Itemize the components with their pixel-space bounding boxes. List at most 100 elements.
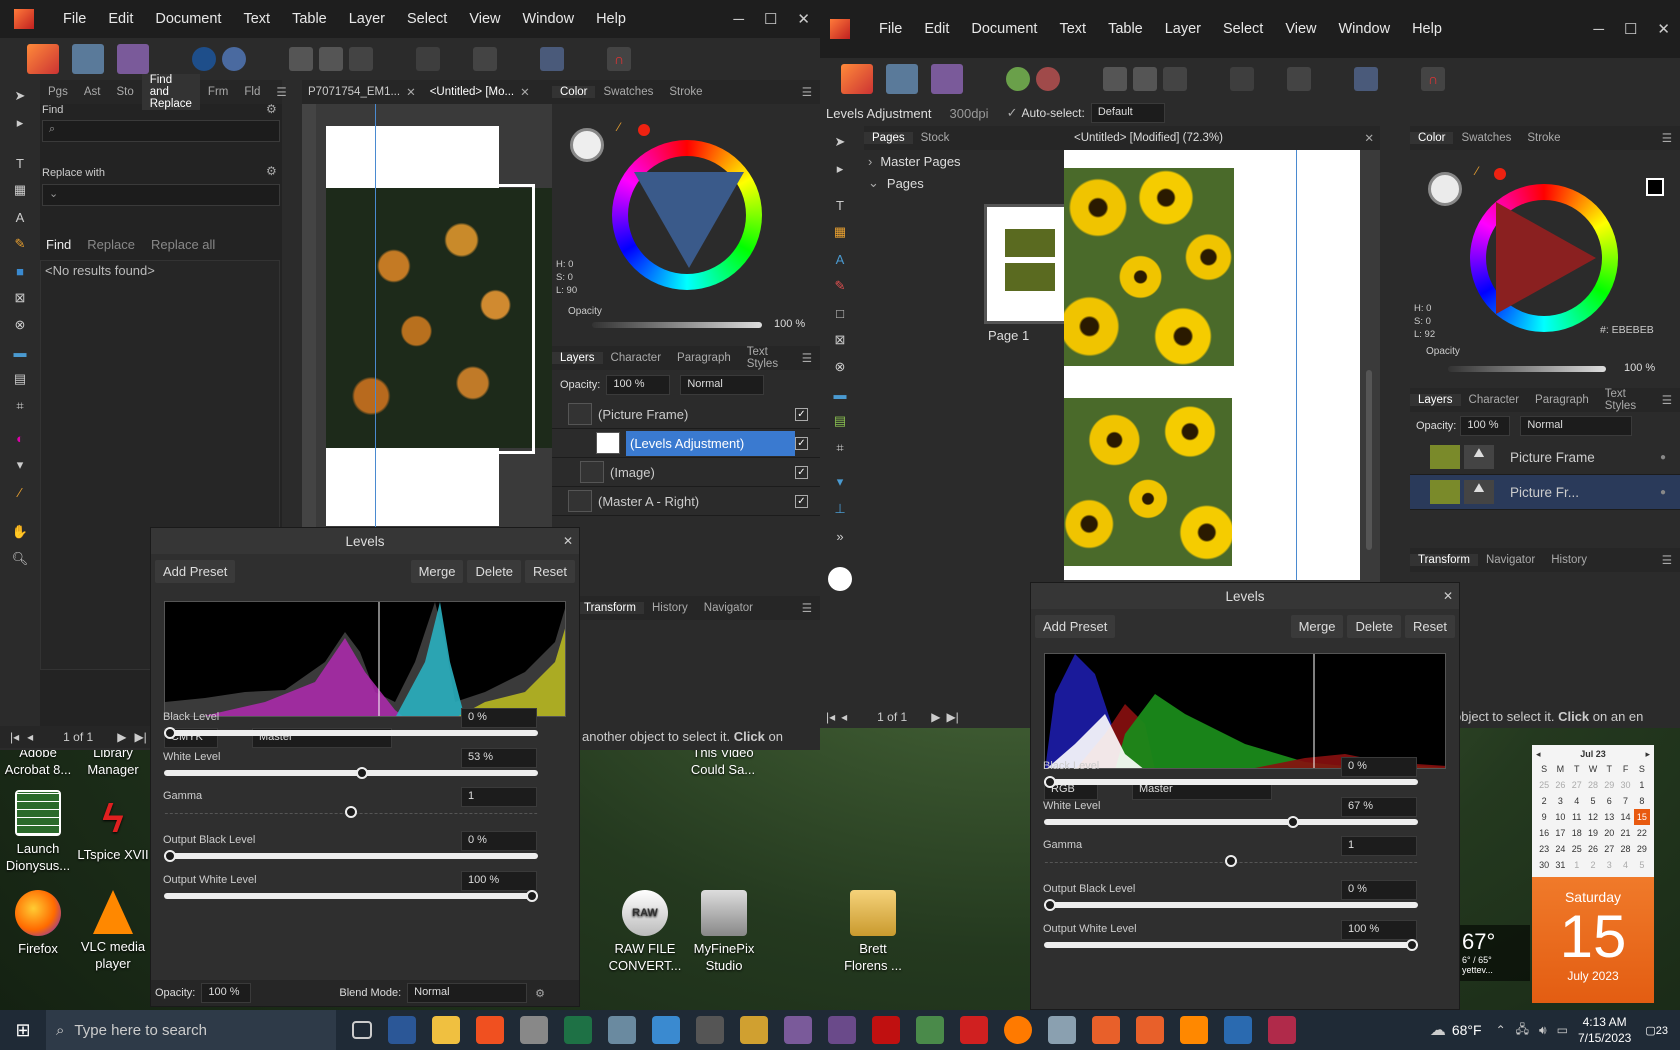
calendar-date[interactable]: 29 bbox=[1634, 841, 1650, 857]
calendar-date[interactable]: 18 bbox=[1569, 825, 1585, 841]
right-rectangle-tool-icon[interactable]: □ bbox=[829, 302, 851, 324]
layer-row[interactable]: (Levels Adjustment) ✓ bbox=[552, 429, 820, 458]
layer-visibility-checkbox[interactable]: ✓ bbox=[795, 436, 808, 450]
calendar-date[interactable]: 26 bbox=[1552, 777, 1568, 793]
right-pages-tab-stock[interactable]: Stock bbox=[913, 132, 958, 144]
weather-cloud-icon[interactable]: ☁ bbox=[1430, 1020, 1446, 1040]
calendar-date[interactable]: 14 bbox=[1617, 809, 1633, 825]
calendar-date[interactable]: 2 bbox=[1536, 793, 1552, 809]
calendar-date[interactable]: 1 bbox=[1569, 857, 1585, 873]
right-menu-view[interactable]: View bbox=[1274, 21, 1327, 37]
eyedropper-tool-icon[interactable]: ⁄ bbox=[9, 481, 31, 503]
replace-input[interactable]: ⌄ bbox=[42, 184, 280, 206]
color-picker-tool-icon[interactable]: ◐ bbox=[9, 427, 31, 449]
right-scrollbar[interactable] bbox=[1366, 370, 1372, 550]
left-color-tab-swatches[interactable]: Swatches bbox=[595, 86, 661, 98]
affinity-publisher2-icon[interactable] bbox=[1136, 1016, 1164, 1044]
eyedropper-icon[interactable]: ⁄ bbox=[618, 120, 620, 134]
right-pin-icon[interactable] bbox=[1230, 67, 1254, 91]
calendar-date[interactable]: 3 bbox=[1601, 857, 1617, 873]
desktop-icon-vlc[interactable]: VLC media player bbox=[76, 890, 150, 972]
right-color-swatch[interactable] bbox=[828, 567, 852, 591]
left-tab-pgs[interactable]: Pgs bbox=[40, 86, 76, 98]
right-layers-tab-text-styles[interactable]: Text Styles bbox=[1597, 388, 1654, 412]
merge-button[interactable]: Merge bbox=[410, 559, 464, 583]
calendar-date[interactable]: 31 bbox=[1552, 857, 1568, 873]
menu-window[interactable]: Window bbox=[512, 11, 586, 27]
zoom-tool-icon[interactable]: 🔍︎ bbox=[9, 548, 31, 570]
color-wheel[interactable] bbox=[612, 140, 762, 290]
right-reset-button[interactable]: Reset bbox=[1405, 614, 1455, 638]
right-color-wheel[interactable] bbox=[1470, 184, 1618, 332]
right-maximize-icon[interactable]: ☐ bbox=[1614, 20, 1647, 38]
calendar-date[interactable]: 15 bbox=[1633, 809, 1650, 825]
right-opacity-slider[interactable] bbox=[1448, 366, 1606, 372]
right-preview-icon[interactable] bbox=[1103, 67, 1127, 91]
right-prev-page-icon[interactable]: ◂ bbox=[841, 710, 847, 724]
left-transform-tab-history[interactable]: History bbox=[644, 602, 696, 614]
left-tab-sto[interactable]: Sto bbox=[108, 86, 141, 98]
calendar-date[interactable]: 7 bbox=[1617, 793, 1633, 809]
menu-help[interactable]: Help bbox=[585, 11, 637, 27]
right-designer-persona-icon[interactable] bbox=[931, 64, 963, 94]
calendar-date[interactable]: 21 bbox=[1617, 825, 1633, 841]
right-frame-tool-icon[interactable]: ⊠ bbox=[829, 329, 851, 351]
right-fill-swatch[interactable] bbox=[1428, 172, 1462, 206]
output-black-level-handle[interactable] bbox=[1044, 899, 1056, 911]
right-layers-tab-paragraph[interactable]: Paragraph bbox=[1527, 394, 1597, 406]
menu-layer[interactable]: Layer bbox=[338, 11, 396, 27]
right-color-tab-stroke[interactable]: Stroke bbox=[1519, 132, 1568, 144]
calendar-date[interactable]: 19 bbox=[1585, 825, 1601, 841]
node-tool-icon[interactable]: ▸ bbox=[9, 112, 31, 134]
clip-mode-icon[interactable] bbox=[319, 47, 343, 71]
left-layers-tab-text-styles[interactable]: Text Styles bbox=[739, 346, 794, 370]
left-transform-panel-menu-icon[interactable]: ☰ bbox=[794, 601, 820, 615]
right-current-color-dot[interactable] bbox=[1494, 168, 1506, 180]
app-icon-3[interactable] bbox=[652, 1016, 680, 1044]
levels-close-icon[interactable]: ✕ bbox=[563, 534, 573, 548]
white-level-handle[interactable] bbox=[1286, 815, 1299, 828]
find-button[interactable]: Find bbox=[46, 237, 71, 252]
calendar-date[interactable]: 24 bbox=[1552, 841, 1568, 857]
right-align-icon[interactable] bbox=[1354, 67, 1378, 91]
right-publisher-persona-icon[interactable] bbox=[841, 64, 873, 94]
output-black-level-input[interactable]: 0 % bbox=[461, 831, 537, 851]
layer-visibility-dot[interactable]: ● bbox=[1660, 452, 1666, 463]
right-layers-tab-character[interactable]: Character bbox=[1461, 394, 1528, 406]
right-layers-panel-menu-icon[interactable]: ☰ bbox=[1654, 393, 1680, 407]
calendar-date[interactable]: 4 bbox=[1617, 857, 1633, 873]
levels-settings-icon[interactable]: ⚙ bbox=[535, 987, 545, 1000]
publisher-persona-icon[interactable] bbox=[27, 44, 59, 74]
right-layers-tab-layers[interactable]: Layers bbox=[1410, 394, 1461, 406]
calendar-date[interactable]: 20 bbox=[1601, 825, 1617, 841]
app-icon-8[interactable] bbox=[1268, 1016, 1296, 1044]
layer-row[interactable]: ⛰ Picture Fr... ● bbox=[1410, 475, 1680, 510]
snapping-magnet-icon[interactable]: ∩ bbox=[607, 47, 631, 71]
layer-blend-select[interactable]: Normal bbox=[680, 375, 765, 395]
output-white-level-handle[interactable] bbox=[526, 890, 538, 902]
right-magnet-icon[interactable]: ∩ bbox=[1421, 67, 1445, 91]
calendar-date[interactable]: 12 bbox=[1585, 809, 1601, 825]
right-eyedropper-icon[interactable]: ⁄ bbox=[1476, 164, 1478, 178]
menu-file[interactable]: File bbox=[52, 11, 97, 27]
pages-row[interactable]: ⌄ Pages bbox=[864, 172, 1096, 194]
right-snap-eye-icon[interactable] bbox=[1287, 67, 1311, 91]
calendar-date[interactable]: 10 bbox=[1552, 809, 1568, 825]
right-add-preset-button[interactable]: Add Preset bbox=[1035, 614, 1116, 638]
autoselect-select[interactable]: Default bbox=[1090, 103, 1165, 123]
app-icon-4[interactable] bbox=[740, 1016, 768, 1044]
right-color-tab-swatches[interactable]: Swatches bbox=[1453, 132, 1519, 144]
output-white-level-input[interactable]: 100 % bbox=[461, 871, 537, 891]
output-white-level-slider[interactable] bbox=[164, 893, 538, 899]
right-menu-select[interactable]: Select bbox=[1212, 21, 1274, 37]
doc-tab-1-close-icon[interactable]: ✕ bbox=[406, 85, 416, 99]
black-level-handle[interactable] bbox=[1044, 776, 1056, 788]
app-icon-5[interactable] bbox=[916, 1016, 944, 1044]
right-menu-text[interactable]: Text bbox=[1048, 21, 1097, 37]
calendar-date[interactable]: 25 bbox=[1569, 841, 1585, 857]
right-color-triangle[interactable] bbox=[1496, 202, 1596, 314]
taskbar-search[interactable]: ⌕ Type here to search bbox=[46, 1010, 336, 1050]
levels-opacity-input[interactable]: 100 % bbox=[201, 983, 252, 1003]
left-color-panel-menu-icon[interactable]: ☰ bbox=[794, 85, 820, 99]
table-tool-icon[interactable]: ▦ bbox=[9, 179, 31, 201]
